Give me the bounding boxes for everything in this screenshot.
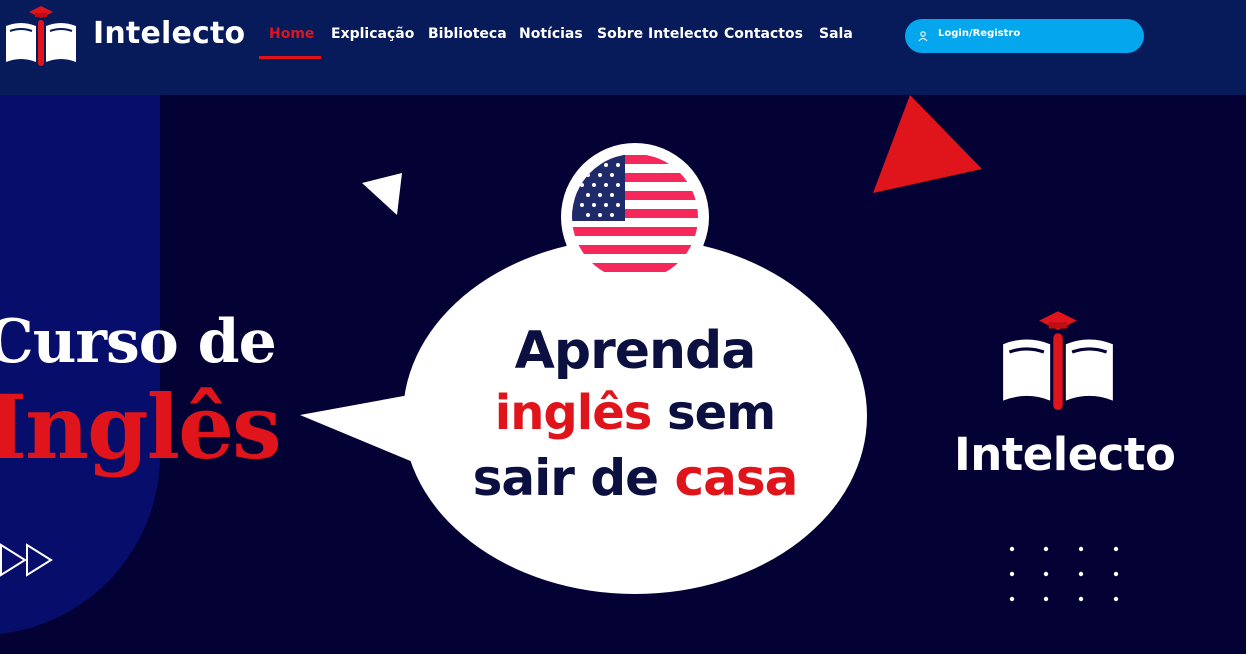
brand-name[interactable]: Intelecto: [93, 16, 245, 51]
bubble-words-sair-de: sair de: [472, 449, 675, 507]
user-icon: [918, 31, 928, 42]
logo-book-icon[interactable]: [4, 4, 78, 68]
nav-sala[interactable]: Sala: [819, 26, 853, 42]
nav-home[interactable]: Home: [269, 26, 314, 42]
hero-brand-name: Intelecto: [954, 428, 1176, 481]
white-triangle-decoration: [362, 173, 402, 215]
dots-grid-decoration: [1009, 546, 1119, 602]
nav-biblioteca[interactable]: Biblioteca: [428, 26, 507, 42]
nav-explicacao[interactable]: Explicação: [331, 26, 414, 42]
hero-banner[interactable]: Curso de Inglês Aprenda inglês sem sair …: [0, 95, 1246, 654]
login-register-label: Login/Registro: [938, 28, 1021, 39]
flag-usa-icon: [561, 143, 709, 291]
bubble-word-sem: sem: [651, 385, 776, 441]
nav-contactos[interactable]: Contactos: [724, 26, 803, 42]
logo-book-icon-large: [1003, 311, 1113, 411]
nav-sobre-intelecto[interactable]: Sobre Intelecto: [597, 26, 718, 42]
red-triangle-decoration: [873, 95, 982, 193]
site-header: Intelecto Home Explicação Biblioteca Not…: [0, 0, 1246, 95]
bubble-word-ingles: inglês: [494, 385, 653, 441]
bubble-word-casa: casa: [674, 449, 798, 507]
active-nav-underline: [259, 56, 321, 59]
bubble-line-sair-de-casa: sair de casa: [430, 449, 840, 507]
login-register-button[interactable]: Login/Registro: [905, 19, 1144, 53]
bubble-line-aprenda: Aprenda: [514, 321, 757, 381]
bubble-line-ingles-sem: inglês sem: [430, 385, 840, 441]
nav-noticias[interactable]: Notícias: [519, 26, 583, 42]
